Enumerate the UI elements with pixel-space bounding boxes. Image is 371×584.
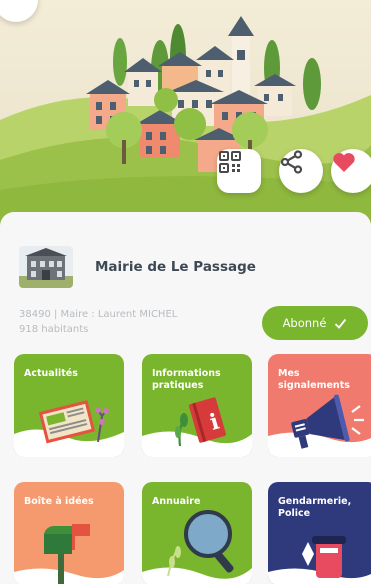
mairie-header[interactable]: Mairie de Le Passage	[19, 246, 256, 288]
favorite-button[interactable]	[331, 149, 371, 193]
qr-code-icon	[219, 151, 241, 173]
commune-population: 918 habitants	[19, 324, 89, 335]
commune-card: Mairie de Le Passage 38490 | Maire : Lau…	[0, 212, 371, 584]
tile-boite-a-idees[interactable]: Boîte à idées	[14, 482, 124, 584]
tile-mes-signalements[interactable]: Mes signalements	[268, 354, 371, 457]
follow-button[interactable]: Abonné	[262, 306, 368, 340]
mairie-photo	[19, 246, 73, 288]
heart-icon	[333, 153, 355, 172]
tile-annuaire[interactable]: Annuaire	[142, 482, 252, 584]
check-icon	[335, 318, 347, 329]
tile-label: Gendarmerie, Police	[278, 496, 352, 519]
commune-info: 38490 | Maire : Laurent MICHEL	[19, 309, 178, 320]
hero-illustration	[0, 0, 371, 232]
tile-label: Annuaire	[152, 496, 201, 507]
village-illustration	[0, 16, 371, 232]
tile-label: Informations pratiques	[152, 368, 221, 391]
tile-label: Actualités	[24, 368, 78, 379]
tile-informations-pratiques[interactable]: i Informations pratiques	[142, 354, 252, 457]
tile-actualites[interactable]: Actualités	[14, 354, 124, 457]
tile-gendarmerie-police[interactable]: Gendarmerie, Police	[268, 482, 371, 584]
qr-code-button[interactable]	[217, 149, 261, 193]
tile-label: Mes signalements	[278, 368, 350, 391]
share-icon	[280, 150, 303, 174]
share-button[interactable]	[279, 149, 323, 193]
tile-label: Boîte à idées	[24, 496, 94, 507]
follow-label: Abonné	[282, 316, 327, 330]
commune-name: Mairie de Le Passage	[95, 259, 256, 275]
